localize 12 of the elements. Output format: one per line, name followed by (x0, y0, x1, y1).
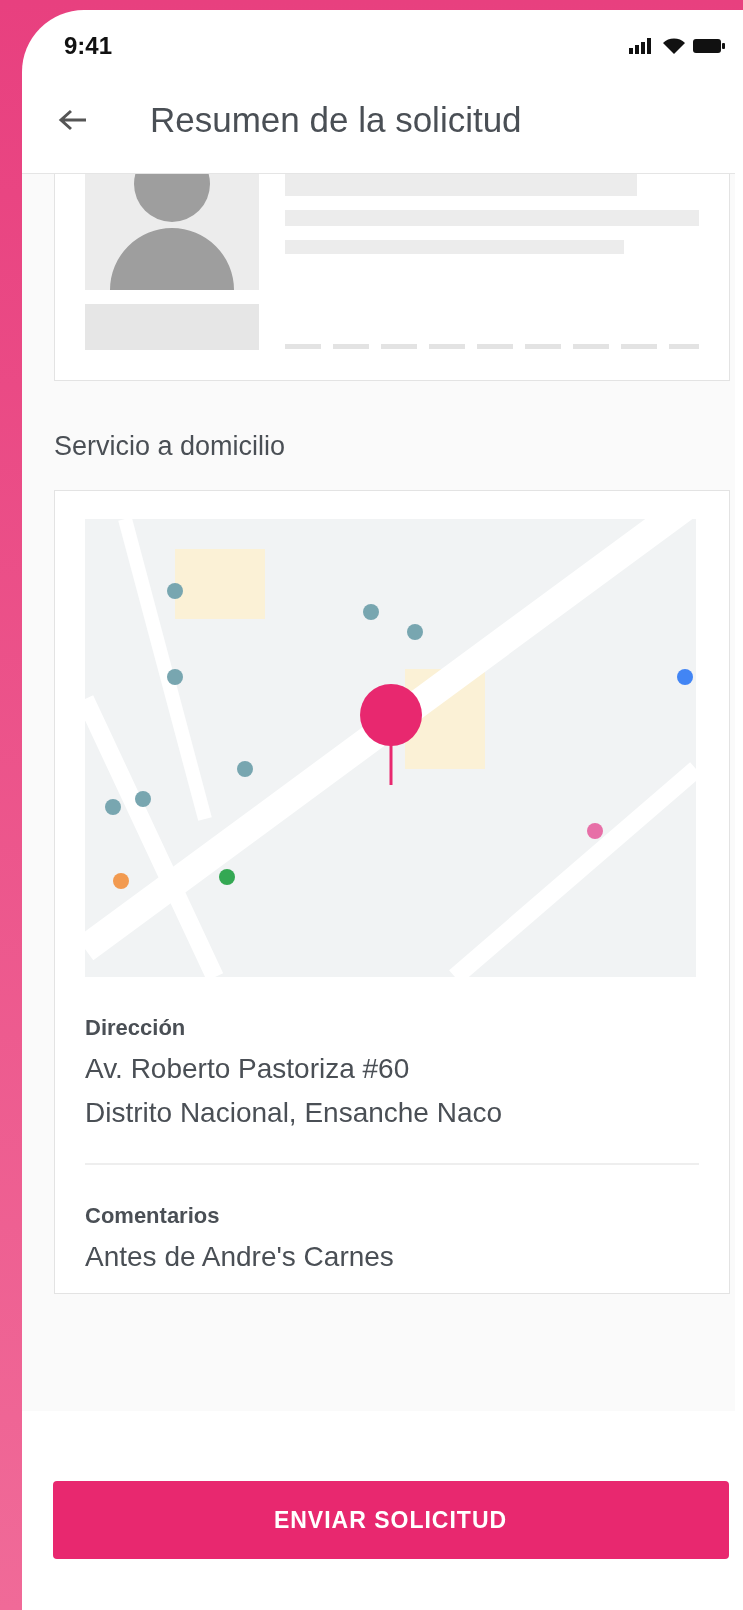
wifi-icon (663, 37, 685, 54)
address-line: Distrito Nacional, Ensanche Naco (85, 1097, 504, 1130)
battery-icon (693, 37, 725, 54)
address-label: Dirección (85, 1015, 187, 1042)
address-line: Av. Roberto Pastoriza #60 (85, 1053, 411, 1086)
screen-title: Resumen de la solicitud (150, 100, 522, 141)
back-arrow-icon[interactable] (58, 108, 88, 133)
submit-button[interactable]: ENVIAR SOLICITUD (52, 1481, 729, 1559)
status-time: 9:41 (64, 31, 113, 60)
comments-label: Comentarios (85, 1203, 221, 1230)
section-title: Servicio a domicilio (54, 431, 287, 463)
comment-text: Antes de Andre's Carnes (85, 1241, 395, 1274)
